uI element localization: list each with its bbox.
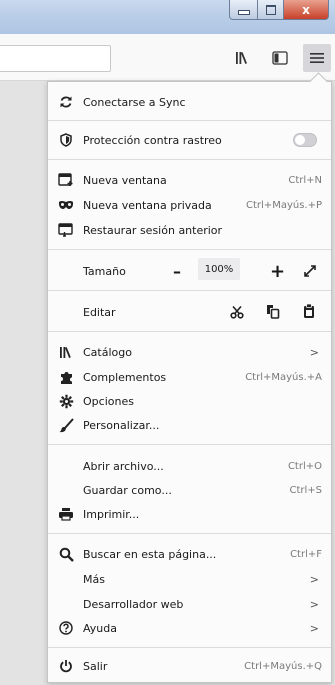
shortcut-text: Ctrl+S: [289, 484, 322, 496]
separator: [48, 444, 331, 445]
tracking-toggle[interactable]: [293, 133, 317, 147]
menu-item-label: Catálogo: [83, 345, 132, 359]
zoom-out-button[interactable]: –: [173, 262, 181, 281]
window-controls: x: [229, 0, 329, 20]
printer-icon: [58, 506, 74, 522]
copy-icon[interactable]: [266, 304, 280, 322]
separator: [48, 290, 331, 291]
library-icon: [58, 344, 74, 360]
minimize-button[interactable]: [229, 0, 258, 20]
shortcut-text: Ctrl+F: [290, 548, 322, 560]
menu-item-web-developer[interactable]: Desarrollador web >: [48, 592, 331, 616]
menu-item-open-file[interactable]: Abrir archivo... Ctrl+O: [48, 454, 331, 478]
shortcut-text: Ctrl+O: [287, 460, 322, 472]
minimize-icon: [237, 10, 250, 15]
chevron-right-icon: >: [309, 572, 319, 586]
menu-item-options[interactable]: Opciones: [48, 389, 331, 413]
menu-item-label: Nueva ventana privada: [83, 198, 212, 212]
separator: [48, 249, 331, 250]
menu-item-label: Abrir archivo...: [83, 459, 164, 473]
chevron-right-icon: >: [309, 597, 319, 611]
menu-item-new-window[interactable]: Nueva ventana Ctrl+N: [48, 168, 331, 192]
clipboard-icon[interactable]: [303, 303, 315, 322]
close-button[interactable]: x: [284, 0, 329, 20]
separator: [48, 331, 331, 332]
url-bar[interactable]: [0, 45, 111, 72]
menu-item-label: Ayuda: [83, 621, 117, 635]
hamburger-menu-button[interactable]: [303, 44, 331, 72]
separator: [48, 647, 331, 648]
chevron-right-icon: >: [309, 345, 319, 359]
restore-icon: [58, 222, 74, 238]
menu-item-help[interactable]: Ayuda >: [48, 616, 331, 640]
menu-item-label: Protección contra rastreo: [83, 133, 222, 147]
menu-item-zoom: Tamaño – 100% +: [48, 258, 331, 283]
edit-label: Editar: [83, 305, 116, 319]
menu-item-label: Más: [83, 572, 105, 586]
maximize-icon: [265, 4, 276, 15]
menu-item-edit: Editar: [48, 300, 331, 324]
menu-item-library[interactable]: Catálogo >: [48, 340, 331, 364]
zoom-label: Tamaño: [83, 264, 126, 278]
menu-item-label: Guardar como...: [83, 483, 172, 497]
fullscreen-icon[interactable]: [303, 264, 317, 281]
brush-icon: [58, 417, 74, 433]
new-window-icon: [58, 172, 74, 188]
power-icon: [58, 658, 74, 674]
chevron-right-icon: >: [309, 621, 319, 635]
menu-item-label: Desarrollador web: [83, 597, 184, 611]
zoom-in-button[interactable]: +: [270, 261, 285, 282]
maximize-button[interactable]: [258, 0, 284, 20]
menu-item-find[interactable]: Buscar en esta página... Ctrl+F: [48, 542, 331, 566]
menu-item-label: Imprimir...: [83, 507, 140, 521]
shield-icon: [58, 132, 74, 148]
menu-item-label: Personalizar...: [83, 418, 160, 432]
menu-item-label: Conectarse a Sync: [83, 95, 186, 109]
scissors-icon[interactable]: [230, 305, 244, 322]
sync-icon: [58, 94, 74, 110]
separator: [48, 533, 331, 534]
shortcut-text: Ctrl+Mayús.+A: [245, 371, 322, 383]
shortcut-text: Ctrl+Mayús.+Q: [244, 660, 322, 672]
app-menu-panel: Conectarse a Sync Protección contra rast…: [47, 72, 332, 683]
menu-item-label: Salir: [83, 659, 108, 673]
gear-icon: [58, 393, 74, 409]
menu-item-label: Buscar en esta página...: [83, 547, 217, 561]
menu-item-restore-session[interactable]: Restaurar sesión anterior: [48, 218, 331, 242]
separator: [48, 159, 331, 160]
menu-item-private-window[interactable]: Nueva ventana privada Ctrl+Mayús.+P: [48, 193, 331, 217]
menu-item-addons[interactable]: Complementos Ctrl+Mayús.+A: [48, 365, 331, 389]
menu-item-label: Opciones: [83, 394, 134, 408]
shortcut-text: Ctrl+Mayús.+P: [246, 199, 322, 211]
menu-item-label: Restaurar sesión anterior: [83, 223, 223, 237]
menu-item-quit[interactable]: Salir Ctrl+Mayús.+Q: [48, 654, 331, 678]
private-mask-icon: [58, 197, 74, 213]
menu-item-save-as[interactable]: Guardar como... Ctrl+S: [48, 478, 331, 502]
menu-item-label: Complementos: [83, 370, 167, 384]
menu-item-sync[interactable]: Conectarse a Sync: [48, 90, 331, 114]
menu-item-label: Nueva ventana: [83, 173, 167, 187]
menu-item-tracking-protection[interactable]: Protección contra rastreo: [48, 128, 331, 152]
hamburger-icon: [310, 53, 324, 63]
menu-item-customize[interactable]: Personalizar...: [48, 413, 331, 437]
help-icon: [58, 620, 74, 636]
menu-item-more[interactable]: Más >: [48, 567, 331, 591]
puzzle-icon: [58, 369, 74, 385]
window-titlebar: x: [0, 0, 335, 34]
library-icon[interactable]: [233, 48, 253, 68]
menu-item-print[interactable]: Imprimir...: [48, 502, 331, 526]
zoom-reset-button[interactable]: 100%: [198, 258, 240, 280]
search-icon: [58, 546, 74, 562]
navigation-toolbar: [0, 34, 335, 81]
separator: [48, 120, 331, 121]
shortcut-text: Ctrl+N: [288, 174, 322, 186]
sidebar-icon[interactable]: [270, 48, 290, 68]
